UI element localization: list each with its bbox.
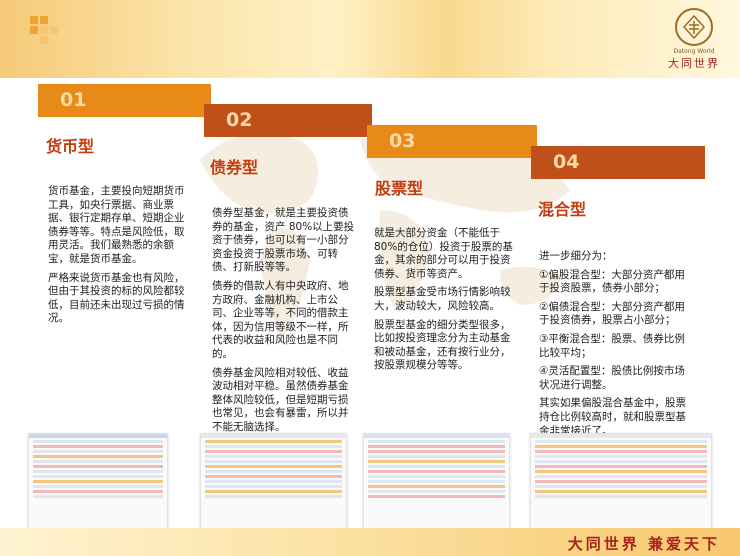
decor-square bbox=[50, 26, 58, 34]
footer-banner: 大同世界 兼爱天下 bbox=[0, 528, 740, 556]
paragraph: 严格来说货币基金也有风险，但由于其投资的标的风险都较低，目前还未出现过亏损的情况… bbox=[48, 271, 185, 325]
paragraph: 货币基金，主要投向短期货币工具，如央行票据、商业票据、银行定期存单、短期企业债券… bbox=[48, 185, 185, 265]
paragraph: ①偏股混合型：大部分资产都用于投资股票，债券小部分； bbox=[539, 268, 685, 295]
paragraph: 就是大部分资金（不能低于80%的仓位）投资于股票的基金，其余的部分可以用于投资债… bbox=[374, 227, 513, 280]
section-number-banner-01: 01 bbox=[38, 84, 211, 117]
paragraph: 债券基金风险相对较低、收益波动相对平稳。虽然债券基金整体风险较低，但是短期亏损也… bbox=[212, 366, 349, 433]
paragraph: ③平衡混合型：股票、债券比例比较平均； bbox=[539, 332, 685, 359]
paragraph: 股票型基金的细分类型很多，比如按投资理念分为主动基金和被动基金，还有按行业分，按… bbox=[374, 318, 511, 372]
section-text-stock: 就是大部分资金（不能低于80%的仓位）投资于股票的基金，其余的部分可以用于投资债… bbox=[374, 227, 519, 378]
paragraph: 其实如果偏股混合基金中，股票持仓比例较高时，就和股票型基金非常接近了。 bbox=[539, 397, 686, 437]
section-title-stock: 股票型 bbox=[375, 179, 424, 198]
decor-square bbox=[40, 26, 48, 34]
company-logo: Datong World 大同世界 bbox=[664, 8, 724, 71]
header-banner: Datong World 大同世界 bbox=[0, 0, 740, 78]
section-number-banner-02: 02 bbox=[204, 104, 372, 137]
paragraph: 债券的借款人有中央政府、地方政府、金融机构、上市公司、企业等等，不同的借款主体，… bbox=[212, 279, 349, 360]
section-number-banner-03: 03 bbox=[367, 125, 537, 158]
decor-square bbox=[30, 26, 38, 34]
paragraph: ②偏债混合型：大部分资产都用于投资债券，股票占小部分； bbox=[539, 300, 685, 327]
paragraph: 股票型基金受市场行情影响较大，波动较大，风险较高。 bbox=[374, 286, 511, 312]
paragraph: 债券型基金，就是主要投资债券的基金，资产 80%以上要投资于债券，也可以有一小部… bbox=[212, 207, 355, 274]
section-text-money: 货币基金，主要投向短期货币工具，如央行票据、商业票据、银行定期存单、短期企业债券… bbox=[48, 185, 193, 331]
decor-square bbox=[40, 16, 48, 24]
section-text-mixed: 进一步细分为： ①偏股混合型：大部分资产都用于投资股票，债券小部分； ②偏债混合… bbox=[539, 250, 691, 443]
section-number-banner-04: 04 bbox=[531, 146, 705, 179]
datong-world-logo-icon bbox=[675, 8, 713, 46]
section-text-bond: 债券型基金，就是主要投资债券的基金，资产 80%以上要投资于债券，也可以有一小部… bbox=[212, 207, 355, 440]
footer-slogan: 大同世界 兼爱天下 bbox=[567, 535, 720, 553]
screenshot-thumbnail-mixed bbox=[530, 433, 712, 530]
screenshot-thumbnail-money bbox=[28, 433, 168, 530]
paragraph: 进一步细分为： bbox=[539, 250, 613, 262]
decor-square bbox=[40, 36, 48, 44]
screenshot-thumbnail-stock bbox=[363, 433, 510, 530]
section-title-mixed: 混合型 bbox=[538, 200, 587, 219]
section-title-money: 货币型 bbox=[46, 137, 95, 156]
section-title-bond: 债券型 bbox=[210, 158, 259, 177]
paragraph: ④灵活配置型：股债比例按市场状况进行调整。 bbox=[539, 365, 685, 391]
logo-chinese: 大同世界 bbox=[668, 57, 720, 70]
screenshot-thumbnail-bond bbox=[200, 433, 347, 530]
logo-english: Datong World bbox=[673, 48, 715, 55]
decor-square bbox=[30, 16, 38, 24]
